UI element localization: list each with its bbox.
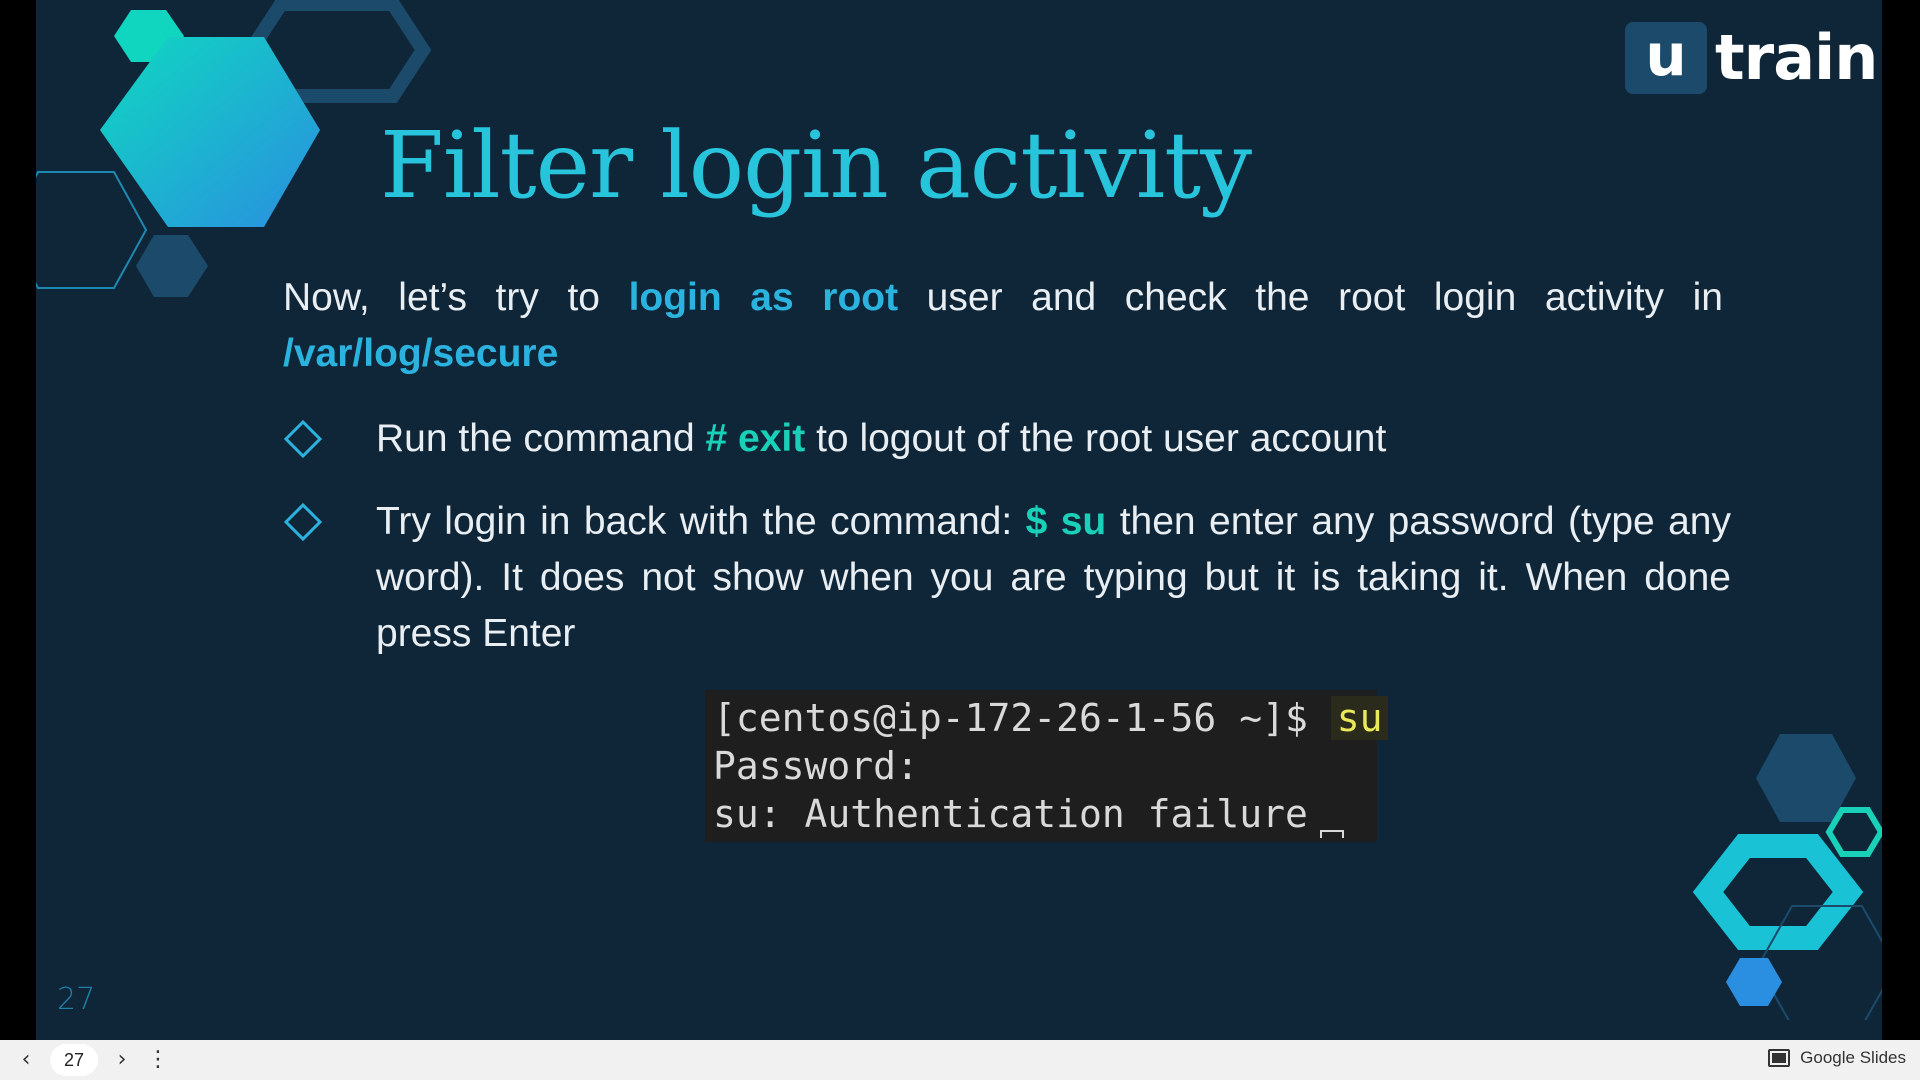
terminal-failure-line: su: Authentication failure xyxy=(713,792,1308,836)
more-vertical-icon[interactable]: ⋮ xyxy=(146,1048,170,1072)
bullet-text-2: to logout of the root user account xyxy=(805,417,1387,460)
terminal-cursor xyxy=(1319,830,1344,838)
bullet-highlight-su: $ su xyxy=(1025,500,1107,543)
presentation-controls-bar: ‹ 27 › ⋮ Google Slides xyxy=(0,1040,1920,1080)
logo-u-badge: u xyxy=(1625,22,1707,94)
page-number-input[interactable]: 27 xyxy=(50,1044,98,1076)
chevron-left-icon[interactable]: ‹ xyxy=(14,1048,38,1072)
bullet-text: Try login in back with the command: $ su… xyxy=(376,494,1731,662)
terminal-password-line: Password: xyxy=(713,744,919,788)
intro-text-2: user and check the root login activity i… xyxy=(898,276,1724,319)
google-slides-label: Google Slides xyxy=(1800,1048,1906,1067)
slide-number: 27 xyxy=(57,982,96,1017)
terminal-command: su xyxy=(1330,696,1389,740)
diamond-bullet-icon xyxy=(283,419,323,459)
intro-paragraph: Now, let’s try to login as root user and… xyxy=(283,270,1723,382)
diamond-bullet-icon xyxy=(283,502,323,542)
terminal-prompt: [centos@ip-172-26-1-56 ~]$ xyxy=(713,696,1331,740)
utrain-logo: u train xyxy=(1625,21,1878,94)
bullet-text-1: Run the command xyxy=(376,417,706,460)
terminal-screenshot: [centos@ip-172-26-1-56 ~]$ su Password: … xyxy=(705,690,1389,842)
hexagon-decoration-bottom-right xyxy=(1692,734,1882,1020)
slide-title: Filter login activity xyxy=(380,112,1252,219)
bullet-text: Run the command # exit to logout of the … xyxy=(376,411,1731,467)
google-slides-link[interactable]: Google Slides xyxy=(1768,1048,1906,1068)
intro-highlight-path: /var/log/secure xyxy=(283,332,559,375)
bullet-text-1: Try login in back with the command: xyxy=(376,500,1026,543)
intro-highlight-login-as-root: login as root xyxy=(628,276,899,319)
chevron-right-icon[interactable]: › xyxy=(110,1048,134,1072)
logo-train-text: train xyxy=(1715,21,1878,94)
slide: u train Filter login activity Now, let’s… xyxy=(36,0,1882,1040)
bullet-highlight-exit: # exit xyxy=(705,417,806,460)
slides-icon xyxy=(1768,1049,1791,1067)
intro-text-1: Now, let’s try to xyxy=(283,276,629,319)
